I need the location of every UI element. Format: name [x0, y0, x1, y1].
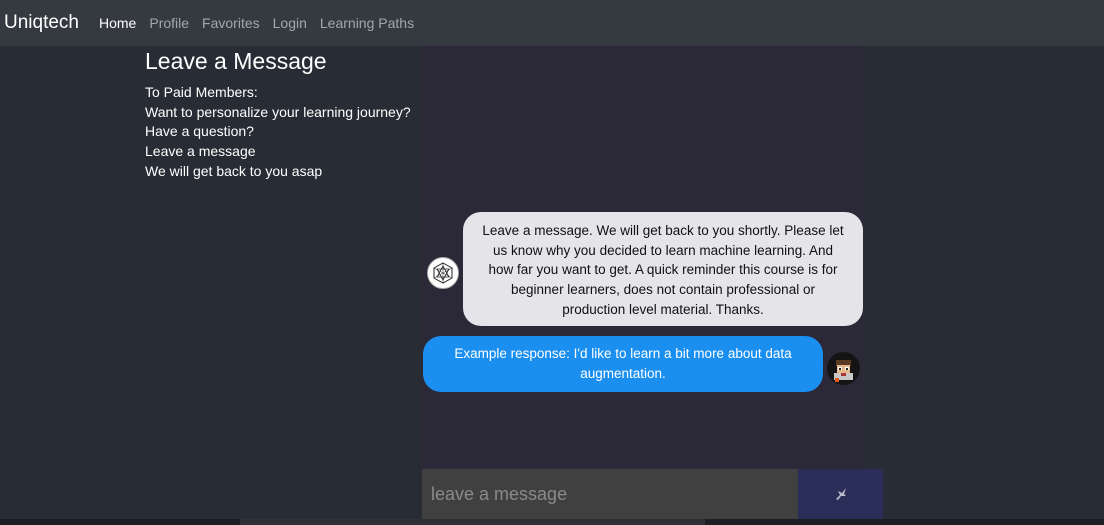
- info-panel: Leave a Message To Paid Members: Want to…: [145, 46, 421, 182]
- nav-link-profile[interactable]: Profile: [149, 15, 189, 31]
- send-button[interactable]: [798, 469, 883, 519]
- bot-avatar: [427, 257, 459, 289]
- bot-message-row: Leave a message. We will get back to you…: [427, 212, 863, 327]
- info-line-question: Have a question?: [145, 123, 254, 140]
- top-navbar: Uniqtech Home Profile Favorites Login Le…: [0, 0, 1104, 46]
- page-title: Leave a Message: [145, 48, 327, 74]
- message-input[interactable]: [422, 469, 798, 519]
- bot-message-bubble: Leave a message. We will get back to you…: [463, 212, 863, 326]
- info-line-personalize: Want to personalize your learning journe…: [145, 103, 411, 120]
- nav-link-learning-paths[interactable]: Learning Paths: [320, 15, 414, 31]
- info-line-paid-members: To Paid Members:: [145, 84, 258, 100]
- geometric-logo-icon: [433, 262, 453, 284]
- bottom-edge-segment: [240, 519, 705, 525]
- chat-panel: Leave a message. We will get back to you…: [422, 46, 863, 469]
- user-message-row: Example response: I'd like to learn a bi…: [422, 336, 863, 392]
- bird-send-icon: [835, 488, 846, 500]
- info-line-get-back: We will get back to you asap: [145, 162, 323, 179]
- info-line-leave-message: Leave a message: [145, 143, 256, 160]
- nav-link-favorites[interactable]: Favorites: [202, 15, 260, 31]
- nav-link-login[interactable]: Login: [273, 15, 307, 31]
- nav-link-home[interactable]: Home: [99, 15, 136, 31]
- user-message-bubble: Example response: I'd like to learn a bi…: [423, 336, 823, 392]
- user-avatar: [827, 352, 860, 385]
- brand-logo-link[interactable]: Uniqtech: [4, 12, 79, 34]
- message-composer: [422, 469, 883, 519]
- bottom-edge: [0, 519, 1104, 525]
- pixel-character-icon: [834, 360, 853, 382]
